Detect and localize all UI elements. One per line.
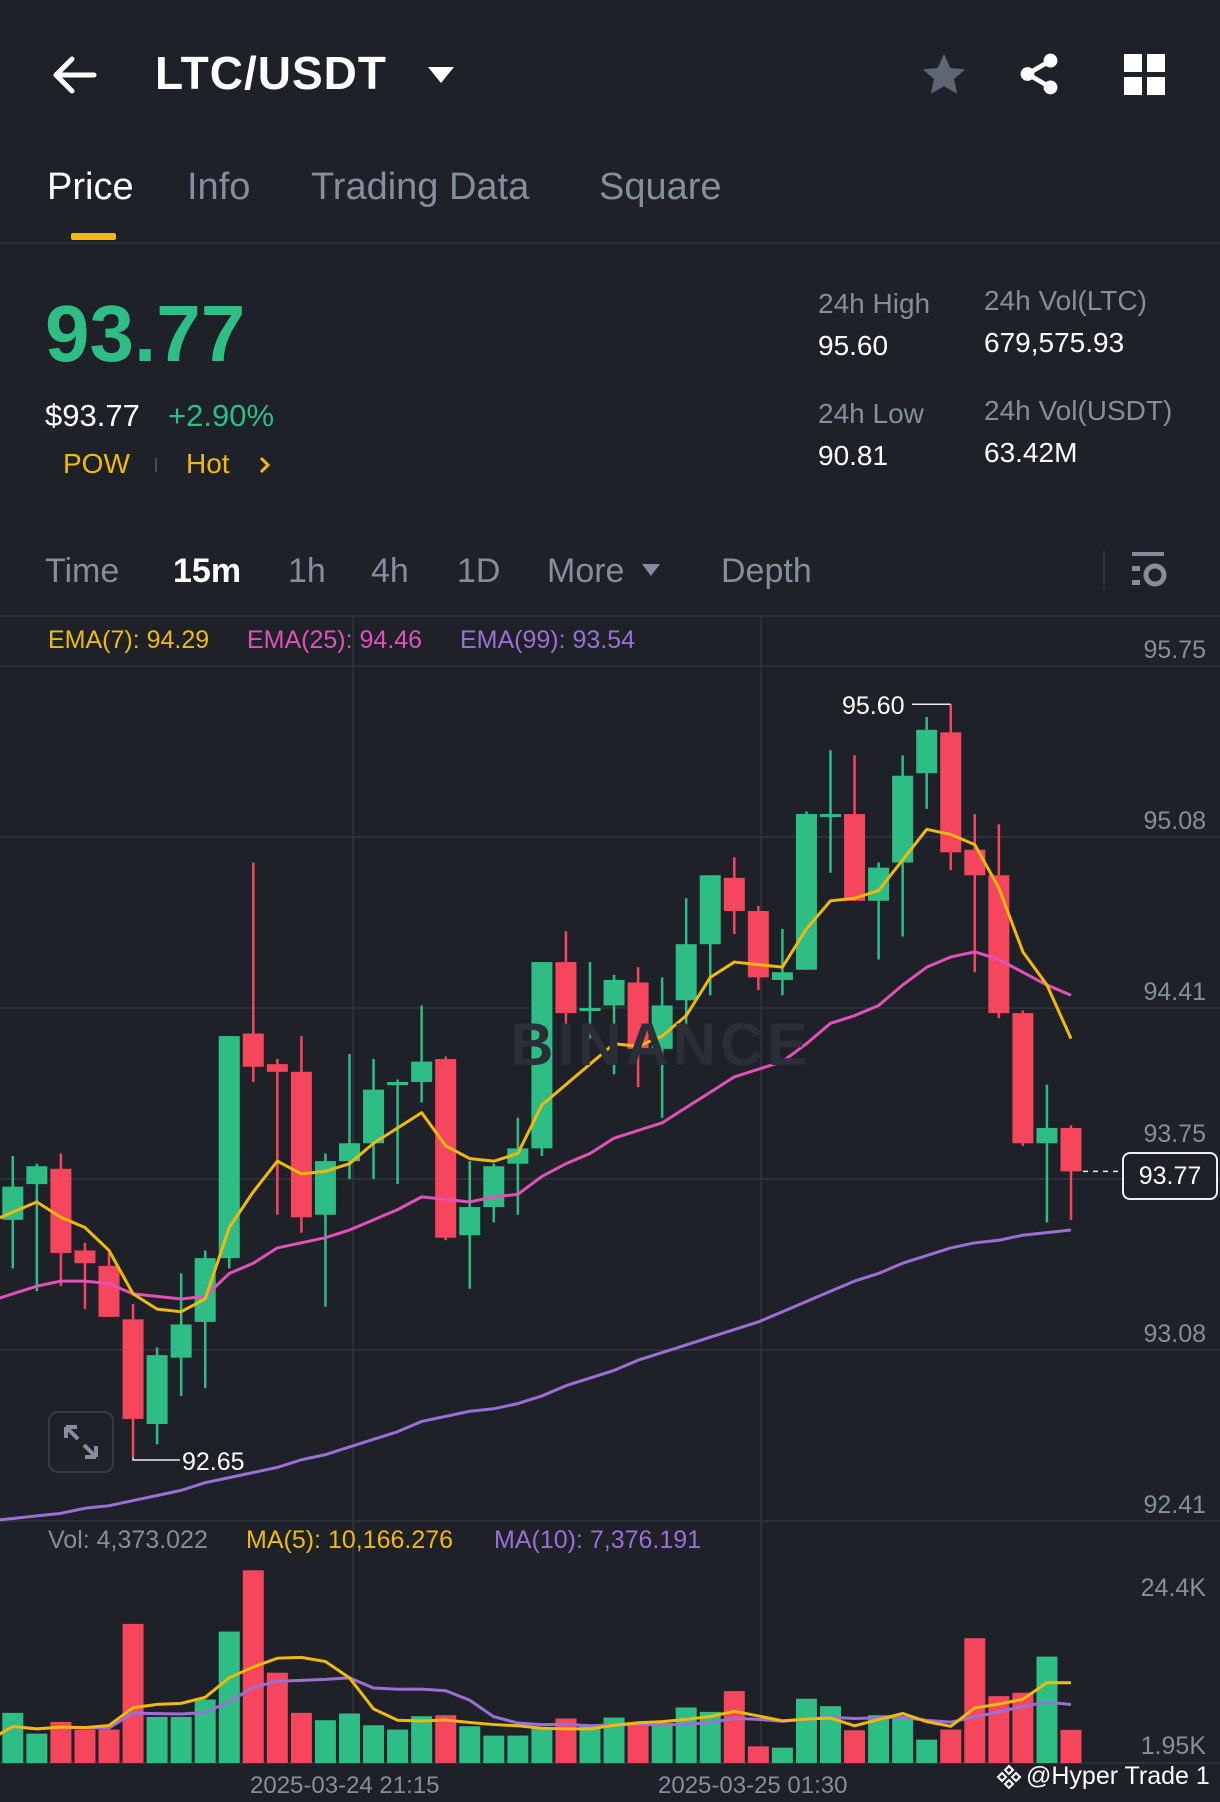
time-axis-label: 2025-03-24 21:15 (250, 1772, 440, 1799)
candle-up (699, 875, 721, 945)
candle-down (242, 1033, 264, 1067)
volume-bar (820, 1706, 841, 1763)
candle-down (747, 911, 769, 978)
volume-bar (675, 1707, 697, 1763)
candle-up (387, 1082, 409, 1086)
candle-up (459, 1207, 481, 1236)
candle-down (290, 1071, 312, 1218)
volume-axis-label: 1.95K (1140, 1732, 1206, 1760)
volume-bar (531, 1728, 553, 1763)
candle-up (26, 1166, 48, 1185)
volume-bar (26, 1733, 48, 1763)
volume-bar (98, 1729, 120, 1763)
volume-bar (146, 1716, 168, 1763)
volume-bar (2, 1712, 24, 1763)
candle-down (723, 877, 745, 912)
current-price-tag: 93.77 (1122, 1152, 1218, 1200)
volume-bar (892, 1716, 914, 1763)
candle-down (1012, 1013, 1034, 1144)
high-marker-label: 95.60 (842, 692, 905, 720)
candle-down (844, 814, 866, 901)
volume-bar (916, 1739, 938, 1763)
chart-watermark: BINANCE (510, 1011, 812, 1078)
price-axis-label: 92.41 (1143, 1491, 1206, 1519)
candle-down (555, 962, 577, 1014)
volume-bar (314, 1720, 336, 1763)
candle-up (771, 972, 793, 980)
candle-up (675, 944, 697, 1001)
volume-bar (747, 1746, 769, 1763)
volume-bar (387, 1729, 409, 1763)
candle-up (146, 1355, 168, 1425)
ma10-legend: MA(10): 7,376.191 (494, 1526, 702, 1554)
credit-text: @Hyper Trade 1 (1026, 1762, 1210, 1790)
candle-down (98, 1265, 120, 1317)
volume-axis-label: 24.4K (1140, 1574, 1206, 1602)
credit-watermark: @Hyper Trade 1 (996, 1762, 1210, 1791)
candle-up (916, 729, 938, 774)
volume-bar (1012, 1692, 1034, 1763)
volume-bar (964, 1638, 986, 1763)
volume-bar (459, 1726, 481, 1763)
candle-down (122, 1319, 144, 1419)
volume-bar (844, 1730, 866, 1763)
candle-up (868, 867, 890, 901)
volume-bar (363, 1725, 385, 1763)
candle-down (988, 875, 1010, 1014)
volume-bar (651, 1722, 673, 1763)
volume-bar (339, 1713, 360, 1763)
volume-legend: Vol: 4,373.022 (48, 1526, 208, 1554)
candle-up (170, 1324, 192, 1358)
volume-bar (1060, 1729, 1082, 1763)
candle-up (483, 1166, 505, 1208)
volume-bar (771, 1747, 793, 1763)
time-axis-label: 2025-03-25 01:30 (658, 1772, 848, 1799)
price-axis-label: 93.75 (1143, 1120, 1206, 1148)
volume-bar (74, 1729, 96, 1763)
expand-icon (64, 1425, 98, 1459)
binance-logo-icon (996, 1764, 1022, 1789)
volume-bar (170, 1716, 192, 1763)
candle-down (74, 1250, 96, 1264)
candle-up (411, 1061, 433, 1083)
price-axis-label: 95.75 (1143, 636, 1206, 664)
volume-bar (435, 1715, 457, 1763)
volume-bar (579, 1726, 601, 1763)
volume-bar (1036, 1656, 1058, 1763)
candle-up (820, 814, 841, 818)
volume-bar (483, 1735, 505, 1763)
volume-bar (122, 1623, 144, 1763)
volume-bar (266, 1672, 288, 1763)
price-axis-label: 94.41 (1143, 978, 1206, 1006)
volume-bar (940, 1729, 962, 1763)
volume-bar (627, 1722, 649, 1763)
volume-bar (699, 1711, 721, 1763)
price-axis-label: 95.08 (1143, 807, 1206, 835)
volume-bar (290, 1712, 312, 1763)
candle-down (1060, 1127, 1082, 1172)
ma5-legend: MA(5): 10,166.276 (246, 1526, 454, 1554)
candle-down (964, 849, 986, 876)
candle-up (603, 979, 625, 1006)
low-marker-label: 92.65 (182, 1448, 245, 1476)
candle-up (1036, 1127, 1058, 1144)
candle-down (266, 1064, 288, 1072)
volume-bar (507, 1735, 529, 1763)
volume-bar (723, 1691, 745, 1763)
volume-bar (411, 1716, 433, 1763)
low-marker-line (132, 1457, 180, 1461)
volume-bar (795, 1698, 817, 1763)
fullscreen-button[interactable] (48, 1411, 114, 1473)
price-axis-label: 93.08 (1143, 1320, 1206, 1348)
candle-up (795, 814, 817, 970)
candle-up (363, 1089, 385, 1144)
